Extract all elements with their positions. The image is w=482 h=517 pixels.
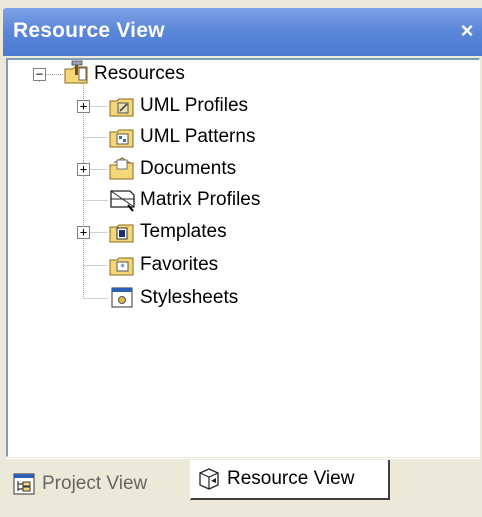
svg-text:*: *	[120, 263, 125, 273]
close-icon[interactable]: ×	[456, 18, 478, 44]
tree-node-label: Stylesheets	[140, 287, 239, 308]
resource-tree-panel[interactable]: − Resources + UML Profiles UML Patterns …	[6, 58, 480, 457]
collapse-toggle[interactable]: −	[33, 68, 46, 81]
tree-node-label: Documents	[140, 158, 237, 179]
tree-node-label: UML Patterns	[140, 126, 256, 147]
uml-patterns-icon	[109, 129, 134, 148]
window-title: Resource View	[13, 19, 165, 42]
tree-node-templates[interactable]: + Templates	[8, 218, 308, 246]
view-tab-strip: Project View Resource View	[0, 458, 482, 517]
project-view-icon	[13, 473, 35, 495]
tree-node-matrix-profiles[interactable]: Matrix Profiles	[8, 186, 328, 214]
templates-icon	[109, 224, 134, 243]
resource-view-icon	[199, 468, 219, 490]
tree-node-label: Resources	[94, 63, 185, 84]
uml-profiles-icon	[109, 98, 134, 117]
tree-node-label: Matrix Profiles	[140, 189, 261, 210]
expand-toggle[interactable]: +	[77, 226, 90, 239]
tab-label: Project View	[42, 473, 148, 494]
tree-node-resources[interactable]: − Resources	[8, 60, 308, 88]
tree-node-uml-patterns[interactable]: UML Patterns	[8, 123, 308, 151]
tree-node-label: Favorites	[140, 254, 219, 275]
tree-node-label: UML Profiles	[140, 95, 249, 116]
tree-node-favorites[interactable]: * Favorites	[8, 251, 308, 279]
window-titlebar: Resource View ×	[3, 8, 482, 56]
stylesheets-icon	[111, 287, 133, 308]
favorites-icon: *	[109, 257, 134, 276]
expand-toggle[interactable]: +	[77, 100, 90, 113]
documents-icon	[109, 157, 134, 180]
resources-folder-icon	[64, 60, 88, 84]
tab-resource-view[interactable]: Resource View	[190, 460, 390, 500]
tab-project-view[interactable]: Project View	[12, 466, 147, 502]
tree-node-label: Templates	[140, 221, 227, 242]
tree-node-documents[interactable]: + Documents	[8, 155, 308, 183]
expand-toggle[interactable]: +	[77, 163, 90, 176]
matrix-profiles-icon	[110, 190, 135, 212]
tab-label: Resource View	[227, 468, 355, 489]
tree-node-uml-profiles[interactable]: + UML Profiles	[8, 92, 308, 120]
tree-node-stylesheets[interactable]: Stylesheets	[8, 284, 308, 312]
